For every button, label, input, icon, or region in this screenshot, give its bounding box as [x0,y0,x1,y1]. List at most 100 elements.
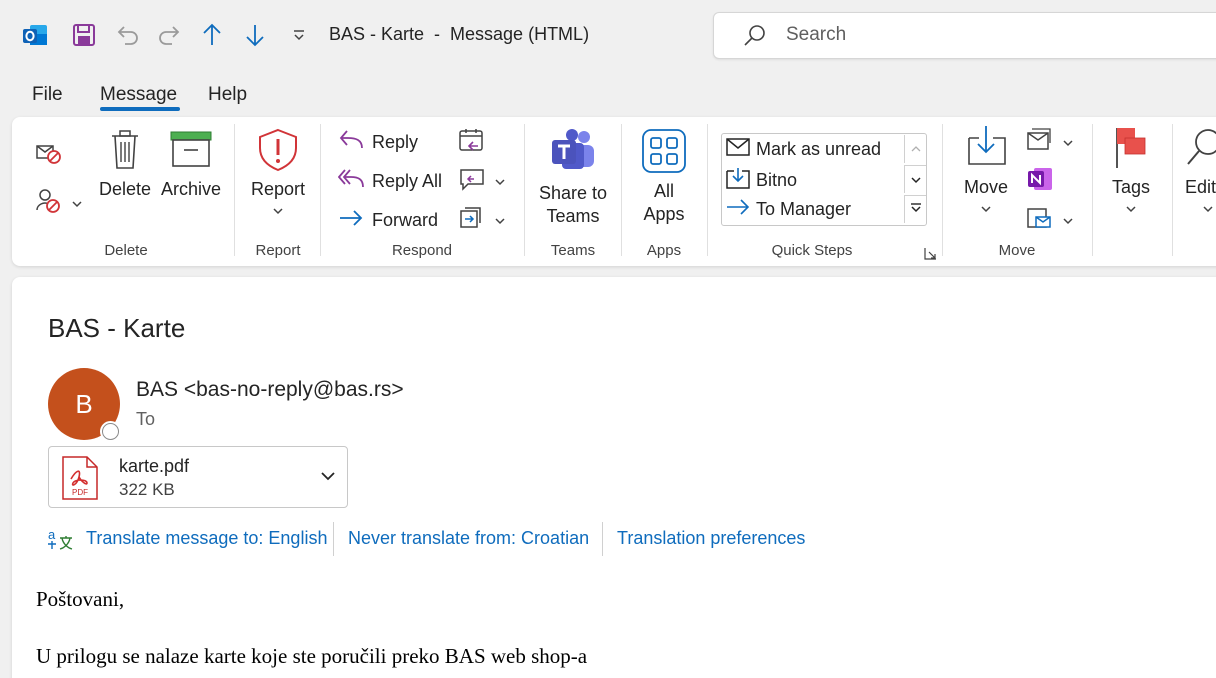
svg-text:a: a [48,527,56,542]
rules-button[interactable] [1026,127,1082,158]
report-label: Report [250,179,306,199]
title-bar: BAS - Karte - Message (HTML) [0,0,1216,72]
meeting-reply-button[interactable] [458,127,494,158]
archive-button[interactable]: Archive [160,128,222,201]
ribbon-separator [707,124,708,256]
body-greeting: Poštovani, [36,587,125,611]
save-icon[interactable] [69,20,99,50]
forward-arrow-icon [726,197,756,222]
quick-step-label: Mark as unread [756,139,882,159]
attachment-card[interactable]: PDF karte.pdf 322 KB [48,446,348,508]
chevron-down-icon [1062,136,1082,150]
move-button[interactable]: Move [958,124,1014,222]
quick-step-to-manager[interactable]: To Manager [726,197,851,222]
chevron-down-icon [71,197,91,211]
reply-icon [338,128,372,157]
quick-step-label: Bitno [756,170,798,190]
quick-steps-more[interactable] [904,195,926,223]
share-to-teams-label-2: Teams [546,206,600,226]
move-folder-icon [963,124,1009,176]
actions-button[interactable] [1026,205,1082,236]
tab-help[interactable]: Help [208,84,247,106]
reply-all-icon [337,167,372,196]
flag-icon [1111,124,1151,176]
share-to-teams-button[interactable]: Share to Teams [536,128,610,228]
search-box[interactable] [713,12,1216,59]
attachment-name: karte.pdf [119,456,190,476]
tab-file[interactable]: File [32,84,63,106]
delete-label: Delete [98,179,152,199]
body-paragraph: U prilogu se nalaze karte koje ste poruč… [36,644,588,668]
ribbon-separator [234,124,235,256]
reply-all-label: Reply All [372,171,443,191]
reply-label: Reply [372,132,419,152]
chevron-down-icon [1062,214,1082,228]
forward-icon [338,206,372,235]
archive-label: Archive [160,179,222,199]
more-respond-icon [458,205,494,236]
forward-button[interactable]: Forward [338,206,438,235]
window-title: BAS - Karte - Message (HTML) [329,24,590,44]
translation-separator [333,522,334,556]
editing-button[interactable]: Edit [1182,124,1216,222]
redo-icon[interactable] [155,20,185,50]
reply-all-button[interactable]: Reply All [337,167,443,196]
quick-steps-scroll-up[interactable] [904,135,926,163]
chevron-down-icon [494,175,514,189]
teams-icon [548,128,598,182]
apps-grid-icon [641,128,687,180]
chevron-down-icon [980,199,992,222]
avatar-initial: B [75,388,93,419]
ignore-button[interactable] [35,140,71,171]
calendar-reply-icon [458,127,494,158]
share-to-teams-label-1: Share to [538,183,608,203]
svg-text:PDF: PDF [72,488,88,497]
group-label-quick-steps: Quick Steps [771,242,853,259]
translate-message-link[interactable]: Translate message to: English [86,528,327,549]
search-icon [742,23,768,54]
tags-button[interactable]: Tags [1106,124,1156,222]
block-sender-button[interactable] [35,188,91,219]
translation-separator [602,522,603,556]
previous-item-icon[interactable] [197,20,227,50]
never-translate-link[interactable]: Never translate from: Croatian [348,528,589,549]
ribbon-separator [1172,124,1173,256]
reply-button[interactable]: Reply [338,128,418,157]
chevron-down-icon [910,171,922,189]
quick-steps-scroll-down[interactable] [904,165,926,193]
quick-step-mark-as-unread[interactable]: Mark as unread [726,137,881,162]
rules-icon [1026,127,1062,158]
presence-status-icon [100,421,121,442]
all-apps-label-1: All [653,181,674,201]
quick-step-bitno[interactable]: Bitno [726,167,797,194]
move-to-folder-icon [726,167,756,194]
ribbon-separator [942,124,943,256]
customize-toolbar-icon[interactable] [284,20,314,50]
im-reply-button[interactable] [458,166,514,197]
report-button[interactable]: Report [246,128,310,224]
chevron-down-icon [1202,199,1214,222]
group-label-teams: Teams [550,242,596,259]
translation-preferences-link[interactable]: Translation preferences [617,528,805,549]
tab-message[interactable]: Message [100,84,177,106]
gallery-expand-icon [910,201,922,219]
group-label-move: Move [998,242,1036,259]
ribbon-separator [621,124,622,256]
chevron-down-icon [1125,199,1137,222]
all-apps-button[interactable]: All Apps [634,128,694,226]
undo-icon[interactable] [112,20,142,50]
all-apps-label-2: Apps [643,204,685,224]
search-input[interactable] [786,24,1186,46]
chat-reply-icon [458,166,494,197]
more-respond-button[interactable] [458,205,514,236]
onenote-icon [1026,166,1062,197]
chevron-down-icon[interactable] [319,469,337,488]
next-item-icon[interactable] [240,20,270,50]
pdf-file-icon: PDF [61,455,99,506]
onenote-button[interactable] [1026,166,1062,197]
chevron-up-icon [910,140,922,158]
to-label: To [136,409,156,429]
chevron-down-icon [494,214,514,228]
delete-button[interactable]: Delete [97,128,153,201]
sender-name[interactable]: BAS <bas-no-reply@bas.rs> [136,378,404,402]
